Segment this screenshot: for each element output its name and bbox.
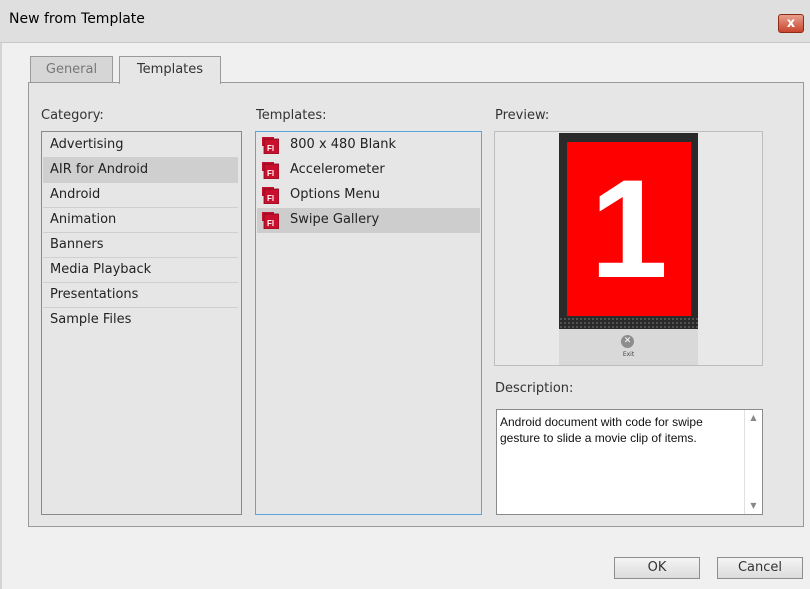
tab-templates[interactable]: Templates: [119, 56, 221, 84]
description-text: Android document with code for swipe ges…: [500, 415, 703, 445]
preview-phone-screen: 1: [559, 133, 698, 329]
templates-list[interactable]: Fl 800 x 480 Blank Fl Accelerometer Fl O…: [255, 131, 482, 515]
category-item-android[interactable]: Android: [43, 183, 238, 208]
fl-file-icon: Fl: [262, 212, 279, 229]
description-scrollbar[interactable]: ▲ ▼: [744, 410, 762, 514]
category-item-presentations[interactable]: Presentations: [43, 283, 238, 308]
category-item-air-for-android[interactable]: AIR for Android: [43, 158, 238, 183]
preview-area: 1 ✕ Exit: [494, 131, 763, 366]
cancel-button[interactable]: Cancel: [717, 557, 803, 579]
ok-button[interactable]: OK: [614, 557, 700, 579]
window-frame-left: [0, 43, 2, 589]
templates-label: Templates:: [256, 108, 327, 123]
category-item-sample-files[interactable]: Sample Files: [43, 308, 238, 333]
svg-text:Fl: Fl: [267, 194, 274, 203]
svg-text:Fl: Fl: [267, 169, 274, 178]
preview-label: Preview:: [495, 108, 550, 123]
fl-file-icon: Fl: [262, 162, 279, 179]
tab-general[interactable]: General: [30, 56, 113, 83]
category-label: Category:: [41, 108, 104, 123]
template-item-label: Options Menu: [290, 187, 380, 202]
scroll-down-arrow-icon[interactable]: ▼: [745, 498, 762, 514]
description-textbox[interactable]: Android document with code for swipe ges…: [496, 409, 763, 515]
preview-red-slide: 1: [567, 142, 691, 316]
category-item-animation[interactable]: Animation: [43, 208, 238, 233]
preview-slide-number: 1: [590, 150, 668, 307]
template-item-swipe-gallery[interactable]: Fl Swipe Gallery: [257, 208, 480, 233]
svg-text:Fl: Fl: [267, 144, 274, 153]
scroll-up-arrow-icon[interactable]: ▲: [745, 410, 762, 426]
template-item-label: 800 x 480 Blank: [290, 137, 396, 152]
preview-dot-pattern: [559, 317, 698, 329]
svg-text:Fl: Fl: [267, 219, 274, 228]
category-list[interactable]: Advertising AIR for Android Android Anim…: [41, 131, 242, 515]
exit-icon: ✕: [621, 335, 634, 348]
title-bar: New from Template x: [0, 0, 810, 43]
category-item-media-playback[interactable]: Media Playback: [43, 258, 238, 283]
fl-file-icon: Fl: [262, 137, 279, 154]
fl-file-icon: Fl: [262, 187, 279, 204]
template-item-options-menu[interactable]: Fl Options Menu: [257, 183, 480, 208]
template-item-label: Swipe Gallery: [290, 212, 380, 227]
category-item-banners[interactable]: Banners: [43, 233, 238, 258]
template-item-label: Accelerometer: [290, 162, 385, 177]
description-label: Description:: [495, 381, 574, 396]
preview-exit-label: Exit: [622, 351, 635, 358]
close-icon: x: [786, 16, 796, 31]
dialog-title: New from Template: [9, 11, 145, 27]
template-item-accelerometer[interactable]: Fl Accelerometer: [257, 158, 480, 183]
category-item-advertising[interactable]: Advertising: [43, 133, 238, 158]
close-button[interactable]: x: [778, 14, 804, 33]
preview-phone-menu: ✕ Exit: [559, 329, 698, 365]
template-item-800x480-blank[interactable]: Fl 800 x 480 Blank: [257, 133, 480, 158]
